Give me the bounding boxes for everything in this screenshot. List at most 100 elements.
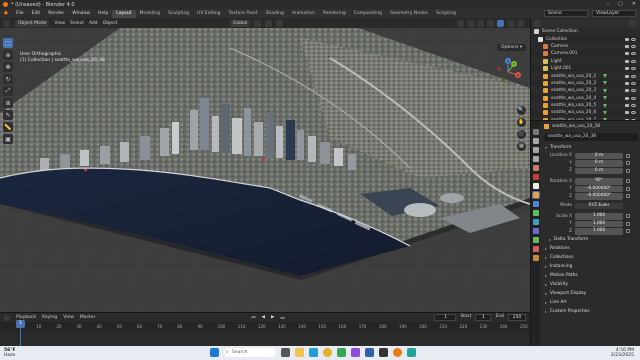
texture-properties-icon[interactable] [532, 255, 539, 261]
maximize-button[interactable]: ▢ [618, 1, 623, 7]
blender-taskbar-icon[interactable] [393, 348, 402, 357]
cursor-tool-icon[interactable]: ⊕ [3, 50, 13, 60]
frame-ruler[interactable]: 0102030405060708090100110120130140150160… [0, 322, 530, 331]
line-art-section[interactable]: Line Art [541, 298, 640, 307]
outliner-row[interactable]: Light.001 [531, 65, 640, 72]
tab-geometry-nodes[interactable]: Geometry Nodes [386, 10, 432, 18]
perspective-toggle-icon[interactable]: ▦ [517, 142, 526, 151]
rotation-x-field[interactable]: 90° [575, 178, 623, 185]
start-frame-field[interactable]: 1 [475, 314, 492, 321]
menu-edit[interactable]: Edit [27, 11, 44, 16]
snap-icon[interactable] [265, 19, 273, 27]
instancing-section[interactable]: Instancing [541, 262, 640, 271]
tab-sculpting[interactable]: Sculpting [164, 10, 193, 18]
outliner-row[interactable]: Light [531, 57, 640, 65]
render-properties-icon[interactable] [532, 138, 539, 144]
play-icon[interactable]: ▶ [271, 315, 274, 320]
physics-properties-icon[interactable] [532, 219, 539, 225]
timeline-view-menu[interactable]: View [63, 315, 74, 320]
outliner-row[interactable]: seattle_wa_usa_20_4 [531, 95, 640, 102]
tab-modeling[interactable]: Modeling [136, 10, 164, 18]
lock-icon[interactable] [626, 153, 630, 158]
visibility-eye-icon[interactable] [631, 44, 636, 48]
render-toggle-icon[interactable] [625, 81, 629, 85]
app-icon-teal[interactable] [407, 348, 416, 357]
system-tray[interactable]: 4:50 PM 2/23/2025 [611, 348, 634, 358]
play-reverse-icon[interactable]: ◀ [262, 315, 265, 320]
visibility-eye-icon[interactable] [631, 81, 636, 85]
outliner-row[interactable]: Camera.001 [531, 50, 640, 57]
data-properties-icon[interactable] [532, 237, 539, 243]
material-shading-icon[interactable] [507, 19, 514, 27]
visibility-eye-icon[interactable] [631, 89, 636, 93]
lock-icon[interactable] [626, 168, 630, 173]
world-properties-icon[interactable] [532, 174, 539, 180]
gizmo-toggle-icon[interactable] [467, 19, 474, 27]
tab-shading[interactable]: Shading [262, 10, 288, 18]
collections-section[interactable]: Collections [541, 253, 640, 262]
file-explorer-icon[interactable] [295, 348, 304, 357]
location-y-field[interactable]: 0 m [575, 160, 623, 167]
move-tool-icon[interactable]: ✥ [3, 62, 13, 72]
lock-icon[interactable] [626, 194, 630, 199]
start-windows-icon[interactable] [210, 348, 219, 357]
select-box-tool-icon[interactable]: ⬚ [3, 38, 13, 48]
outliner-row[interactable]: seattle_wa_usa_20_2 [531, 80, 640, 87]
scale-tool-icon[interactable]: ⤢ [3, 86, 13, 96]
tab-rendering[interactable]: Rendering [319, 10, 350, 18]
tab-compositing[interactable]: Compositing [350, 10, 386, 18]
relations-section[interactable]: Relations [541, 244, 640, 253]
view-layer-selector[interactable]: ViewLayer [592, 10, 636, 17]
measure-tool-icon[interactable]: 📏 [3, 122, 13, 132]
scene-properties-icon[interactable] [532, 165, 539, 171]
options-button[interactable]: Options ▾ [496, 44, 526, 51]
render-toggle-icon[interactable] [625, 44, 629, 48]
xray-icon[interactable] [487, 19, 494, 27]
delta-transform-section[interactable]: Delta Transform [541, 235, 640, 244]
render-toggle-icon[interactable] [625, 74, 629, 78]
render-toggle-icon[interactable] [625, 37, 629, 41]
end-frame-field[interactable]: 250 [508, 314, 526, 321]
outliner-row[interactable]: Camera [531, 42, 640, 51]
visibility-eye-icon[interactable] [631, 59, 636, 63]
menu-help[interactable]: Help [94, 11, 112, 16]
visibility-eye-icon[interactable] [631, 111, 636, 115]
view-layer-properties-icon[interactable] [532, 156, 539, 162]
overlay-toggle-icon[interactable] [477, 19, 484, 27]
collection-properties-icon[interactable] [532, 183, 539, 189]
visibility-eye-icon[interactable] [631, 104, 636, 108]
tab-layout[interactable]: Layout [112, 9, 136, 18]
taskbar-search-box[interactable]: ⌕ Search [224, 348, 276, 357]
visibility-eye-icon[interactable] [631, 37, 636, 41]
add-cube-tool-icon[interactable]: ▣ [3, 134, 13, 144]
outliner-row[interactable]: seattle_wa_usa_20_3 [531, 87, 640, 95]
lock-icon[interactable] [626, 214, 630, 219]
task-view-icon[interactable] [281, 348, 290, 357]
render-toggle-icon[interactable] [625, 111, 629, 115]
app-icon-dark[interactable] [379, 348, 388, 357]
visibility-eye-icon[interactable] [631, 52, 636, 56]
lock-icon[interactable] [626, 161, 630, 166]
render-toggle-icon[interactable] [625, 59, 629, 63]
lock-icon[interactable] [626, 179, 630, 184]
visibility-section[interactable]: Visibility [541, 280, 640, 289]
render-toggle-icon[interactable] [625, 104, 629, 108]
menu-window[interactable]: Window [68, 11, 94, 16]
zoom-icon[interactable]: 🔍 [517, 106, 526, 115]
outliner-row[interactable]: seattle_wa_usa_20_6 [531, 109, 640, 116]
annotate-tool-icon[interactable]: ✎ [3, 110, 13, 120]
mode-dropdown[interactable]: Object Mode [15, 19, 50, 27]
select-menu[interactable]: Select [70, 21, 84, 26]
solid-shading-icon[interactable] [497, 19, 504, 27]
render-toggle-icon[interactable] [625, 67, 629, 71]
jump-end-icon[interactable]: ⏭ [280, 315, 284, 321]
transform-section[interactable]: Transform [541, 143, 640, 152]
visibility-eye-icon[interactable] [631, 74, 636, 78]
tab-animation[interactable]: Animation [288, 10, 319, 18]
blender-menu-icon[interactable]: ● [0, 11, 12, 16]
editor-type-icon[interactable] [3, 19, 10, 27]
outliner-row[interactable]: seattle_wa_usa_20_1 [531, 72, 640, 80]
transform-tool-icon[interactable]: ⊞ [3, 98, 13, 108]
particle-properties-icon[interactable] [532, 210, 539, 216]
add-menu[interactable]: Add [89, 21, 98, 26]
